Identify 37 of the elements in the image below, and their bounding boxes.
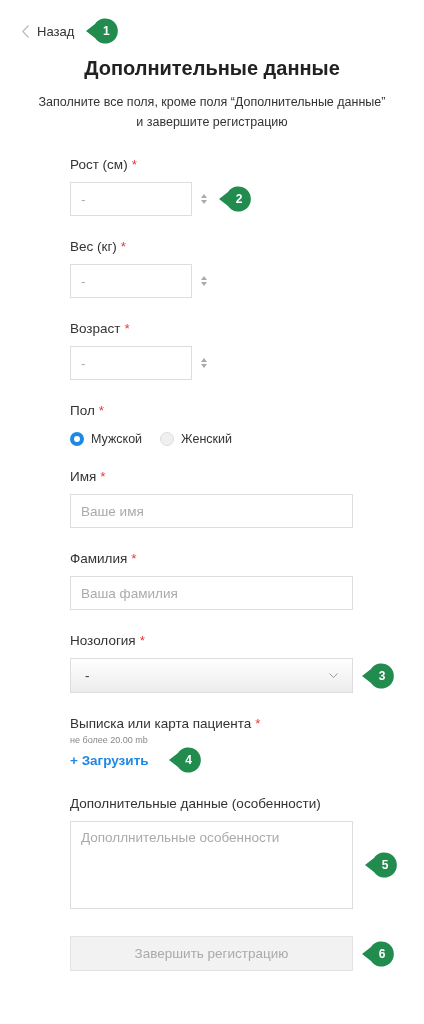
field-label: Нозология bbox=[70, 632, 136, 650]
required-mark: * bbox=[139, 632, 145, 650]
notes-field[interactable]: Дополлнительные особенности bbox=[70, 821, 353, 909]
radio-option[interactable]: Женский bbox=[160, 432, 233, 446]
required-mark: * bbox=[100, 468, 106, 486]
required-mark: * bbox=[124, 320, 130, 338]
callout-badge: 2 bbox=[219, 186, 252, 212]
select-field[interactable]: - bbox=[70, 658, 353, 693]
field-label: Возраст bbox=[70, 320, 121, 338]
instructions-text: Заполните все поля, кроме поля “Дополнительные данные” и завершите регистрацию bbox=[37, 94, 387, 131]
field-label: Вес (кг) bbox=[70, 238, 117, 256]
callout-badge: 6 bbox=[362, 940, 395, 967]
required-mark: * bbox=[255, 715, 261, 733]
radio-option[interactable]: Мужской bbox=[70, 432, 143, 446]
required-mark: * bbox=[131, 156, 137, 174]
field-label: Фамилия bbox=[70, 550, 128, 568]
back-link[interactable]: Назад bbox=[22, 23, 75, 39]
callout-badge: 4 bbox=[168, 747, 202, 773]
upload-link[interactable]: + Загрузить bbox=[70, 752, 149, 768]
required-mark: * bbox=[98, 402, 105, 420]
field-label: Выписка или карта пациента bbox=[70, 715, 252, 733]
number-field[interactable]: - bbox=[70, 182, 192, 216]
number-field[interactable]: - bbox=[70, 346, 192, 380]
page-title: Дополнительные данные bbox=[83, 57, 341, 80]
text-field[interactable]: Ваше имя bbox=[70, 494, 353, 528]
number-field[interactable]: - bbox=[70, 264, 192, 298]
callout-badge: 5 bbox=[365, 852, 398, 878]
required-mark: * bbox=[120, 238, 127, 256]
callout-badge: 1 bbox=[86, 18, 120, 44]
field-label: Имя bbox=[70, 468, 97, 486]
text-field[interactable]: Ваша фамилия bbox=[70, 576, 353, 610]
field-label: Рост (см) bbox=[70, 156, 128, 174]
required-mark: * bbox=[131, 550, 137, 568]
size-hint: не более 20.00 mb bbox=[70, 735, 149, 745]
field-label: Дополнительные данные (особенности) bbox=[70, 795, 321, 813]
callout-badge: 3 bbox=[362, 662, 395, 689]
field-label: Пол bbox=[70, 402, 95, 420]
